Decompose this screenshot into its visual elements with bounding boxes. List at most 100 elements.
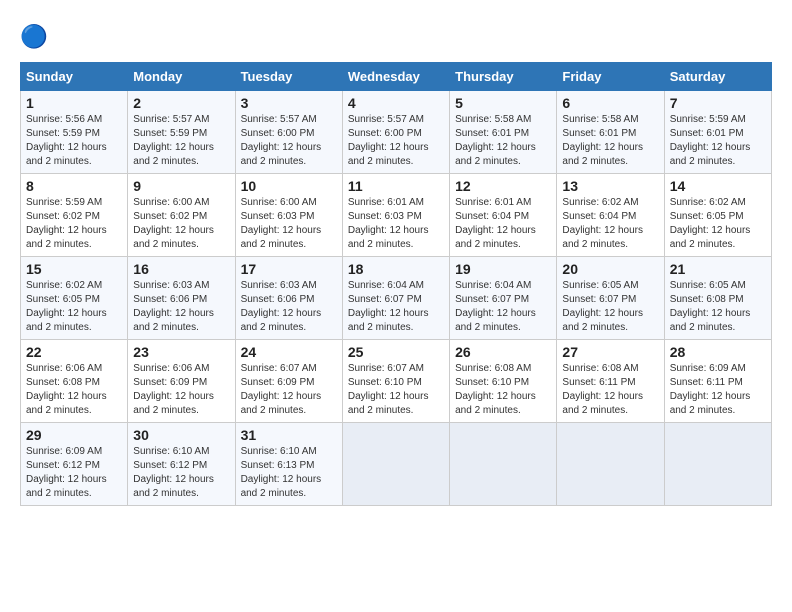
day-info: Sunrise: 6:04 AM Sunset: 6:07 PM Dayligh… bbox=[455, 279, 551, 335]
daylight-label: Daylight: 12 hours and 2 minutes. bbox=[348, 225, 429, 250]
day-number: 29 bbox=[26, 427, 122, 443]
day-info: Sunrise: 6:09 AM Sunset: 6:11 PM Dayligh… bbox=[670, 362, 766, 418]
sunrise-label: Sunrise: 5:59 AM bbox=[26, 197, 102, 208]
sunrise-label: Sunrise: 6:07 AM bbox=[348, 363, 424, 374]
calendar-cell: 1 Sunrise: 5:56 AM Sunset: 5:59 PM Dayli… bbox=[21, 91, 128, 174]
day-number: 1 bbox=[26, 95, 122, 111]
sunrise-label: Sunrise: 5:59 AM bbox=[670, 114, 746, 125]
daylight-label: Daylight: 12 hours and 2 minutes. bbox=[562, 225, 643, 250]
calendar-cell: 13 Sunrise: 6:02 AM Sunset: 6:04 PM Dayl… bbox=[557, 174, 664, 257]
sunrise-label: Sunrise: 6:04 AM bbox=[348, 280, 424, 291]
calendar-cell: 19 Sunrise: 6:04 AM Sunset: 6:07 PM Dayl… bbox=[450, 257, 557, 340]
day-number: 9 bbox=[133, 178, 229, 194]
weekday-header-thursday: Thursday bbox=[450, 63, 557, 91]
day-info: Sunrise: 6:00 AM Sunset: 6:03 PM Dayligh… bbox=[241, 196, 337, 252]
daylight-label: Daylight: 12 hours and 2 minutes. bbox=[133, 391, 214, 416]
day-info: Sunrise: 6:07 AM Sunset: 6:10 PM Dayligh… bbox=[348, 362, 444, 418]
day-info: Sunrise: 6:05 AM Sunset: 6:08 PM Dayligh… bbox=[670, 279, 766, 335]
calendar-cell: 16 Sunrise: 6:03 AM Sunset: 6:06 PM Dayl… bbox=[128, 257, 235, 340]
daylight-label: Daylight: 12 hours and 2 minutes. bbox=[241, 391, 322, 416]
day-number: 18 bbox=[348, 261, 444, 277]
day-number: 22 bbox=[26, 344, 122, 360]
day-info: Sunrise: 6:07 AM Sunset: 6:09 PM Dayligh… bbox=[241, 362, 337, 418]
calendar-cell: 23 Sunrise: 6:06 AM Sunset: 6:09 PM Dayl… bbox=[128, 340, 235, 423]
sunrise-label: Sunrise: 6:07 AM bbox=[241, 363, 317, 374]
sunset-label: Sunset: 6:01 PM bbox=[455, 128, 529, 139]
weekday-header-saturday: Saturday bbox=[664, 63, 771, 91]
daylight-label: Daylight: 12 hours and 2 minutes. bbox=[348, 391, 429, 416]
calendar-cell: 11 Sunrise: 6:01 AM Sunset: 6:03 PM Dayl… bbox=[342, 174, 449, 257]
sunset-label: Sunset: 6:09 PM bbox=[241, 377, 315, 388]
sunrise-label: Sunrise: 5:57 AM bbox=[133, 114, 209, 125]
daylight-label: Daylight: 12 hours and 2 minutes. bbox=[133, 225, 214, 250]
weekday-header-monday: Monday bbox=[128, 63, 235, 91]
day-info: Sunrise: 6:09 AM Sunset: 6:12 PM Dayligh… bbox=[26, 445, 122, 501]
calendar-cell: 2 Sunrise: 5:57 AM Sunset: 5:59 PM Dayli… bbox=[128, 91, 235, 174]
day-number: 23 bbox=[133, 344, 229, 360]
day-info: Sunrise: 6:02 AM Sunset: 6:04 PM Dayligh… bbox=[562, 196, 658, 252]
sunset-label: Sunset: 6:10 PM bbox=[455, 377, 529, 388]
sunrise-label: Sunrise: 6:00 AM bbox=[133, 197, 209, 208]
calendar-cell: 9 Sunrise: 6:00 AM Sunset: 6:02 PM Dayli… bbox=[128, 174, 235, 257]
day-number: 11 bbox=[348, 178, 444, 194]
day-number: 15 bbox=[26, 261, 122, 277]
calendar-cell: 3 Sunrise: 5:57 AM Sunset: 6:00 PM Dayli… bbox=[235, 91, 342, 174]
day-number: 24 bbox=[241, 344, 337, 360]
daylight-label: Daylight: 12 hours and 2 minutes. bbox=[241, 142, 322, 167]
calendar-cell: 29 Sunrise: 6:09 AM Sunset: 6:12 PM Dayl… bbox=[21, 423, 128, 506]
calendar-cell: 26 Sunrise: 6:08 AM Sunset: 6:10 PM Dayl… bbox=[450, 340, 557, 423]
calendar-cell: 21 Sunrise: 6:05 AM Sunset: 6:08 PM Dayl… bbox=[664, 257, 771, 340]
daylight-label: Daylight: 12 hours and 2 minutes. bbox=[348, 308, 429, 333]
calendar-cell: 6 Sunrise: 5:58 AM Sunset: 6:01 PM Dayli… bbox=[557, 91, 664, 174]
weekday-header-tuesday: Tuesday bbox=[235, 63, 342, 91]
daylight-label: Daylight: 12 hours and 2 minutes. bbox=[455, 391, 536, 416]
day-info: Sunrise: 6:03 AM Sunset: 6:06 PM Dayligh… bbox=[241, 279, 337, 335]
sunset-label: Sunset: 6:08 PM bbox=[670, 294, 744, 305]
calendar-table: SundayMondayTuesdayWednesdayThursdayFrid… bbox=[20, 62, 772, 506]
calendar-week-row: 8 Sunrise: 5:59 AM Sunset: 6:02 PM Dayli… bbox=[21, 174, 772, 257]
sunrise-label: Sunrise: 6:02 AM bbox=[26, 280, 102, 291]
sunrise-label: Sunrise: 6:08 AM bbox=[562, 363, 638, 374]
sunrise-label: Sunrise: 5:58 AM bbox=[562, 114, 638, 125]
calendar-cell bbox=[557, 423, 664, 506]
calendar-week-row: 1 Sunrise: 5:56 AM Sunset: 5:59 PM Dayli… bbox=[21, 91, 772, 174]
daylight-label: Daylight: 12 hours and 2 minutes. bbox=[26, 391, 107, 416]
daylight-label: Daylight: 12 hours and 2 minutes. bbox=[26, 225, 107, 250]
calendar-week-row: 15 Sunrise: 6:02 AM Sunset: 6:05 PM Dayl… bbox=[21, 257, 772, 340]
svg-text:🔵: 🔵 bbox=[20, 23, 48, 49]
daylight-label: Daylight: 12 hours and 2 minutes. bbox=[562, 391, 643, 416]
calendar-cell: 4 Sunrise: 5:57 AM Sunset: 6:00 PM Dayli… bbox=[342, 91, 449, 174]
calendar-week-row: 29 Sunrise: 6:09 AM Sunset: 6:12 PM Dayl… bbox=[21, 423, 772, 506]
calendar-cell: 15 Sunrise: 6:02 AM Sunset: 6:05 PM Dayl… bbox=[21, 257, 128, 340]
daylight-label: Daylight: 12 hours and 2 minutes. bbox=[455, 308, 536, 333]
day-info: Sunrise: 5:59 AM Sunset: 6:01 PM Dayligh… bbox=[670, 113, 766, 169]
day-info: Sunrise: 6:08 AM Sunset: 6:11 PM Dayligh… bbox=[562, 362, 658, 418]
day-number: 16 bbox=[133, 261, 229, 277]
day-number: 14 bbox=[670, 178, 766, 194]
day-info: Sunrise: 6:02 AM Sunset: 6:05 PM Dayligh… bbox=[670, 196, 766, 252]
day-number: 21 bbox=[670, 261, 766, 277]
sunset-label: Sunset: 6:08 PM bbox=[26, 377, 100, 388]
sunset-label: Sunset: 6:05 PM bbox=[26, 294, 100, 305]
weekday-header-sunday: Sunday bbox=[21, 63, 128, 91]
day-info: Sunrise: 5:58 AM Sunset: 6:01 PM Dayligh… bbox=[562, 113, 658, 169]
daylight-label: Daylight: 12 hours and 2 minutes. bbox=[26, 474, 107, 499]
day-info: Sunrise: 5:59 AM Sunset: 6:02 PM Dayligh… bbox=[26, 196, 122, 252]
sunset-label: Sunset: 6:02 PM bbox=[133, 211, 207, 222]
daylight-label: Daylight: 12 hours and 2 minutes. bbox=[670, 225, 751, 250]
day-number: 7 bbox=[670, 95, 766, 111]
calendar-cell: 30 Sunrise: 6:10 AM Sunset: 6:12 PM Dayl… bbox=[128, 423, 235, 506]
day-number: 3 bbox=[241, 95, 337, 111]
calendar-week-row: 22 Sunrise: 6:06 AM Sunset: 6:08 PM Dayl… bbox=[21, 340, 772, 423]
daylight-label: Daylight: 12 hours and 2 minutes. bbox=[562, 308, 643, 333]
calendar-cell: 12 Sunrise: 6:01 AM Sunset: 6:04 PM Dayl… bbox=[450, 174, 557, 257]
sunset-label: Sunset: 6:11 PM bbox=[670, 377, 743, 388]
calendar-cell: 8 Sunrise: 5:59 AM Sunset: 6:02 PM Dayli… bbox=[21, 174, 128, 257]
sunset-label: Sunset: 6:00 PM bbox=[348, 128, 422, 139]
day-number: 25 bbox=[348, 344, 444, 360]
sunset-label: Sunset: 6:12 PM bbox=[26, 460, 100, 471]
sunrise-label: Sunrise: 5:56 AM bbox=[26, 114, 102, 125]
daylight-label: Daylight: 12 hours and 2 minutes. bbox=[26, 142, 107, 167]
day-number: 28 bbox=[670, 344, 766, 360]
day-number: 5 bbox=[455, 95, 551, 111]
